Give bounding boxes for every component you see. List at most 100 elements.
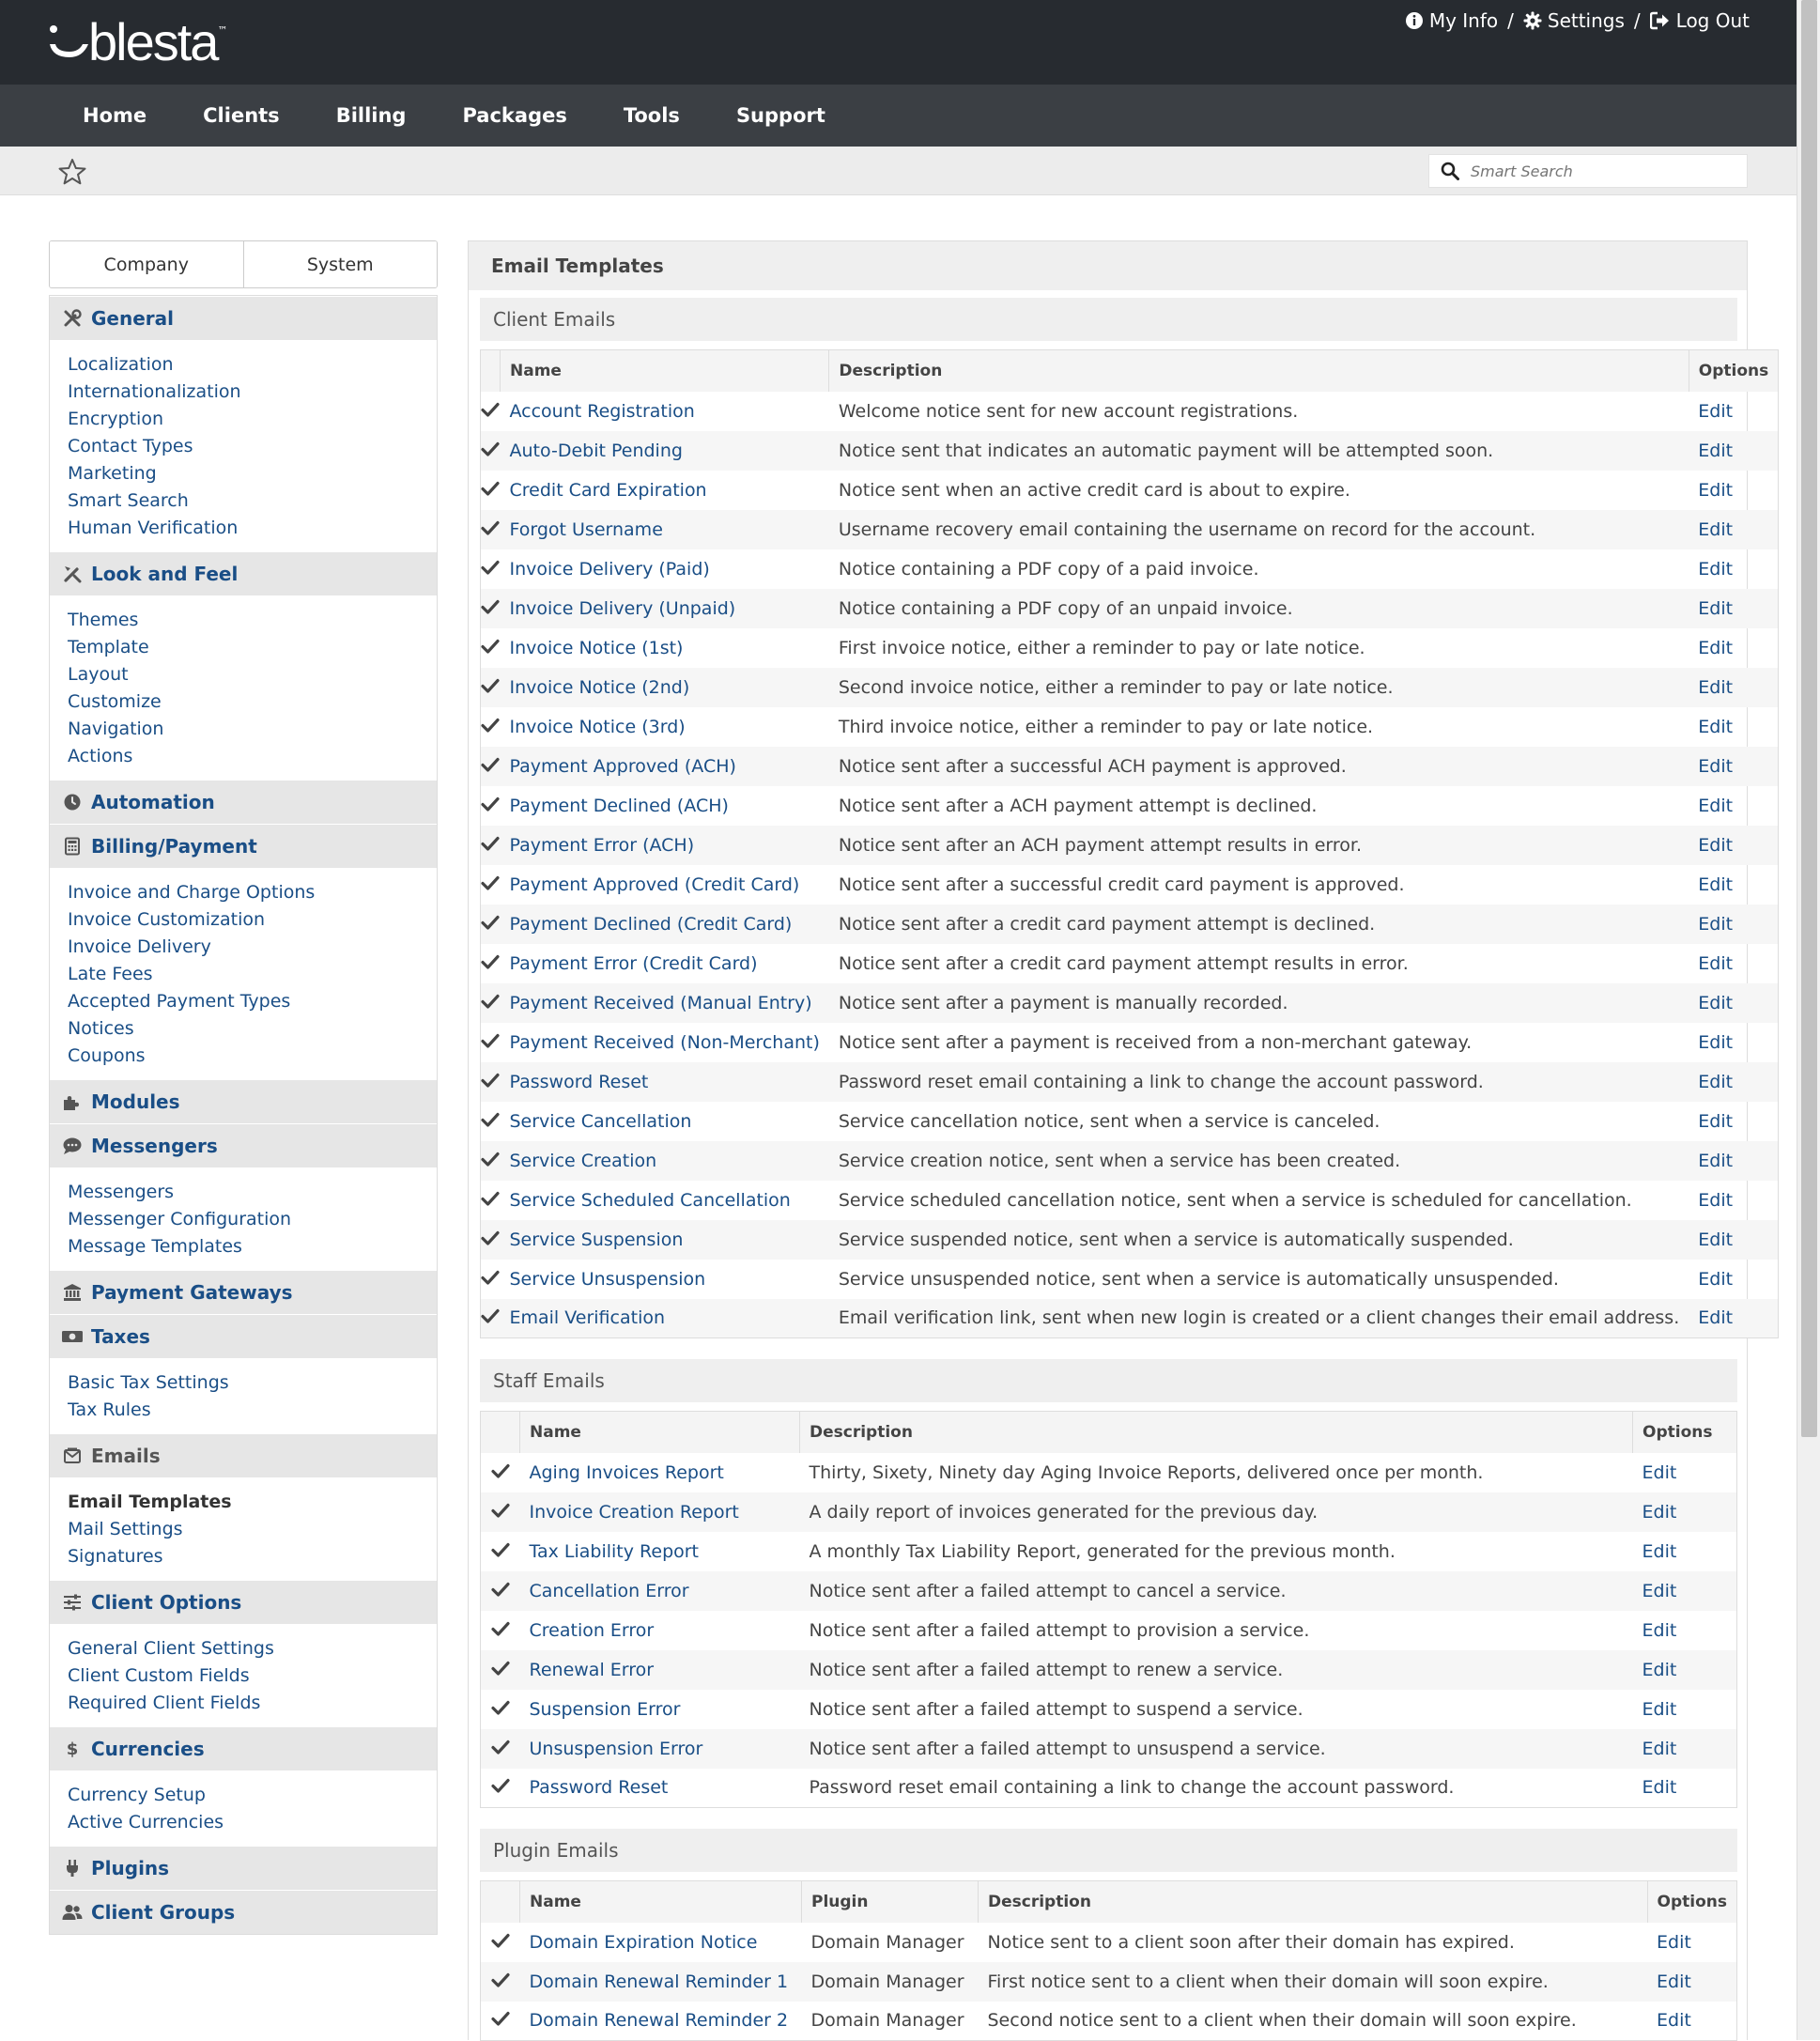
sidebar-item-messenger-configuration[interactable]: Messenger Configuration (68, 1206, 437, 1233)
my-info-link[interactable]: My Info (1405, 9, 1498, 32)
template-name-link[interactable]: Invoice Notice (1st) (510, 638, 684, 658)
sidebar-item-themes[interactable]: Themes (68, 607, 437, 634)
template-name-link[interactable]: Payment Declined (ACH) (510, 796, 729, 816)
template-name-link[interactable]: Unsuspension Error (530, 1739, 703, 1759)
edit-link[interactable]: Edit (1698, 1190, 1733, 1211)
template-name-link[interactable]: Account Registration (510, 401, 695, 422)
edit-link[interactable]: Edit (1698, 835, 1733, 856)
sidebar-item-basic-tax-settings[interactable]: Basic Tax Settings (68, 1369, 437, 1397)
sidebar-section-payment-gateways[interactable]: Payment Gateways (50, 1270, 437, 1314)
edit-link[interactable]: Edit (1698, 717, 1733, 737)
tab-company[interactable]: Company (50, 241, 243, 287)
sidebar-item-invoice-customization[interactable]: Invoice Customization (68, 906, 437, 934)
edit-link[interactable]: Edit (1698, 441, 1733, 461)
sidebar-item-invoice-and-charge-options[interactable]: Invoice and Charge Options (68, 879, 437, 906)
sidebar-section-look-and-feel[interactable]: Look and Feel (50, 551, 437, 595)
sidebar-section-billing-payment[interactable]: Billing/Payment (50, 824, 437, 868)
settings-link[interactable]: Settings (1523, 9, 1625, 32)
sidebar-item-encryption[interactable]: Encryption (68, 406, 437, 433)
template-name-link[interactable]: Payment Approved (ACH) (510, 756, 736, 777)
edit-link[interactable]: Edit (1698, 401, 1733, 422)
edit-link[interactable]: Edit (1698, 677, 1733, 698)
nav-support[interactable]: Support (708, 104, 854, 127)
edit-link[interactable]: Edit (1698, 993, 1733, 1013)
sidebar-section-client-groups[interactable]: Client Groups (50, 1890, 437, 1934)
sidebar-item-navigation[interactable]: Navigation (68, 716, 437, 743)
sidebar-item-smart-search[interactable]: Smart Search (68, 487, 437, 515)
blesta-logo[interactable]: blesta ™ (49, 15, 227, 70)
edit-link[interactable]: Edit (1698, 598, 1733, 619)
scrollbar-thumb[interactable] (1801, 0, 1817, 1437)
sidebar-item-localization[interactable]: Localization (68, 351, 437, 379)
edit-link[interactable]: Edit (1643, 1699, 1677, 1720)
template-name-link[interactable]: Service Unsuspension (510, 1269, 706, 1290)
sidebar-item-currency-setup[interactable]: Currency Setup (68, 1782, 437, 1809)
template-name-link[interactable]: Service Scheduled Cancellation (510, 1190, 791, 1211)
template-name-link[interactable]: Payment Declined (Credit Card) (510, 914, 793, 935)
template-name-link[interactable]: Payment Approved (Credit Card) (510, 874, 800, 895)
nav-billing[interactable]: Billing (308, 104, 435, 127)
sidebar-item-customize[interactable]: Customize (68, 688, 437, 716)
sidebar-item-coupons[interactable]: Coupons (68, 1043, 437, 1070)
search-input[interactable] (1471, 162, 1734, 180)
sidebar-item-message-templates[interactable]: Message Templates (68, 1233, 437, 1260)
template-name-link[interactable]: Credit Card Expiration (510, 480, 707, 501)
sidebar-section-general[interactable]: General (50, 296, 437, 340)
search-icon[interactable] (1429, 162, 1471, 180)
sidebar-item-marketing[interactable]: Marketing (68, 460, 437, 487)
template-name-link[interactable]: Payment Error (Credit Card) (510, 953, 758, 974)
tab-system[interactable]: System (242, 241, 437, 287)
star-icon[interactable] (58, 158, 86, 186)
template-name-link[interactable]: Domain Expiration Notice (530, 1932, 758, 1953)
edit-link[interactable]: Edit (1643, 1541, 1677, 1562)
edit-link[interactable]: Edit (1698, 519, 1733, 540)
edit-link[interactable]: Edit (1698, 1151, 1733, 1171)
edit-link[interactable]: Edit (1698, 953, 1733, 974)
edit-link[interactable]: Edit (1657, 1932, 1691, 1953)
edit-link[interactable]: Edit (1698, 1032, 1733, 1053)
edit-link[interactable]: Edit (1643, 1777, 1677, 1798)
sidebar-item-signatures[interactable]: Signatures (68, 1543, 437, 1570)
template-name-link[interactable]: Password Reset (510, 1072, 649, 1092)
sidebar-item-tax-rules[interactable]: Tax Rules (68, 1397, 437, 1424)
page-scrollbar[interactable] (1797, 0, 1820, 2040)
template-name-link[interactable]: Domain Renewal Reminder 1 (530, 1971, 789, 1992)
edit-link[interactable]: Edit (1657, 2010, 1691, 2031)
sidebar-item-accepted-payment-types[interactable]: Accepted Payment Types (68, 988, 437, 1015)
sidebar-item-client-custom-fields[interactable]: Client Custom Fields (68, 1662, 437, 1690)
template-name-link[interactable]: Invoice Delivery (Unpaid) (510, 598, 736, 619)
sidebar-item-human-verification[interactable]: Human Verification (68, 515, 437, 542)
sidebar-item-mail-settings[interactable]: Mail Settings (68, 1516, 437, 1543)
edit-link[interactable]: Edit (1643, 1739, 1677, 1759)
sidebar-item-actions[interactable]: Actions (68, 743, 437, 770)
edit-link[interactable]: Edit (1643, 1620, 1677, 1641)
sidebar-section-modules[interactable]: Modules (50, 1079, 437, 1123)
template-name-link[interactable]: Aging Invoices Report (530, 1462, 724, 1483)
nav-tools[interactable]: Tools (595, 104, 708, 127)
edit-link[interactable]: Edit (1698, 638, 1733, 658)
template-name-link[interactable]: Auto-Debit Pending (510, 441, 683, 461)
edit-link[interactable]: Edit (1698, 1111, 1733, 1132)
template-name-link[interactable]: Invoice Creation Report (530, 1502, 739, 1523)
edit-link[interactable]: Edit (1657, 1971, 1691, 1992)
sidebar-item-required-client-fields[interactable]: Required Client Fields (68, 1690, 437, 1717)
sidebar-section-taxes[interactable]: Taxes (50, 1314, 437, 1358)
template-name-link[interactable]: Payment Received (Non-Merchant) (510, 1032, 820, 1053)
sidebar-section-messengers[interactable]: Messengers (50, 1123, 437, 1167)
nav-packages[interactable]: Packages (434, 104, 594, 127)
template-name-link[interactable]: Service Creation (510, 1151, 657, 1171)
template-name-link[interactable]: Forgot Username (510, 519, 663, 540)
template-name-link[interactable]: Invoice Notice (2nd) (510, 677, 690, 698)
sidebar-item-active-currencies[interactable]: Active Currencies (68, 1809, 437, 1836)
template-name-link[interactable]: Renewal Error (530, 1660, 655, 1680)
template-name-link[interactable]: Tax Liability Report (530, 1541, 700, 1562)
template-name-link[interactable]: Invoice Notice (3rd) (510, 717, 686, 737)
template-name-link[interactable]: Suspension Error (530, 1699, 681, 1720)
edit-link[interactable]: Edit (1698, 1269, 1733, 1290)
logout-link[interactable]: Log Out (1649, 9, 1750, 32)
edit-link[interactable]: Edit (1698, 1307, 1733, 1328)
template-name-link[interactable]: Creation Error (530, 1620, 655, 1641)
edit-link[interactable]: Edit (1698, 1072, 1733, 1092)
template-name-link[interactable]: Payment Error (ACH) (510, 835, 695, 856)
sidebar-section-plugins[interactable]: Plugins (50, 1846, 437, 1890)
